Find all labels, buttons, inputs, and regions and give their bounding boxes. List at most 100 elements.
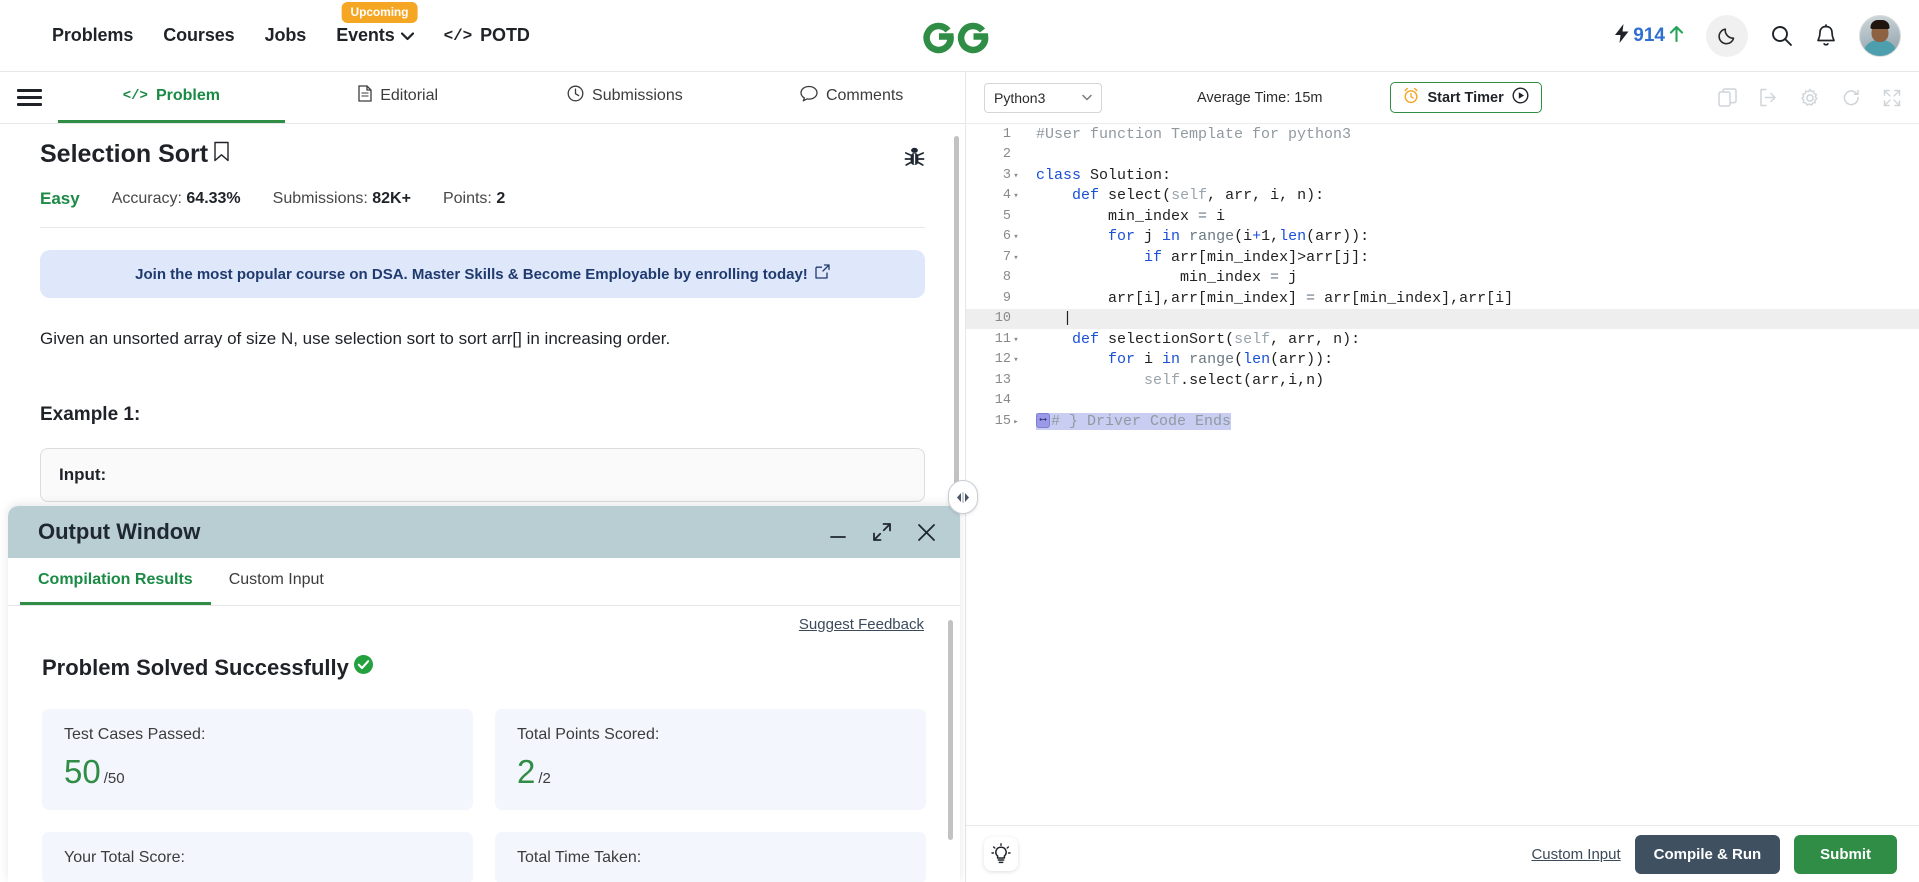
output-window: Output Window Compilation Results Custom… — [8, 506, 960, 882]
problem-stats-row: Easy Accuracy: 64.33% Submissions: 82K+ … — [40, 189, 925, 209]
nav-label-jobs: Jobs — [264, 25, 307, 45]
editor-toolbar-icons — [1718, 88, 1901, 108]
tab-problem[interactable]: </> Problem — [58, 72, 285, 123]
chevron-down-icon — [400, 30, 414, 44]
result-cards-grid: Test Cases Passed: 50 /50 Total Points S… — [42, 709, 926, 882]
code-text: if arr[min_index]>arr[j]: — [1144, 248, 1370, 266]
code-text: min_index = i — [1036, 207, 1226, 225]
report-bug-button[interactable] — [904, 146, 925, 173]
fold-marker[interactable]: ▾ — [1011, 191, 1021, 201]
panel-splitter-handle[interactable] — [948, 480, 978, 514]
fold-marker[interactable]: ▾ — [1011, 171, 1021, 181]
compile-and-run-button[interactable]: Compile & Run — [1634, 834, 1781, 874]
section-divider — [40, 227, 925, 228]
search-button[interactable] — [1770, 24, 1793, 47]
external-link-icon — [815, 264, 830, 284]
nav-label-problems: Problems — [52, 25, 134, 45]
submit-button[interactable]: Submit — [1794, 834, 1897, 874]
code-text: ⟷ # } Driver Code Ends — [1028, 412, 1232, 430]
copy-icon[interactable] — [1718, 88, 1737, 107]
gfg-logo[interactable] — [921, 16, 999, 56]
language-selector[interactable]: Python3 — [984, 82, 1102, 113]
bookmark-icon[interactable] — [213, 140, 230, 169]
line-number: 2 — [1002, 147, 1011, 163]
card-total-time-taken: Total Time Taken: — [495, 832, 926, 882]
line-number: 8 — [1002, 270, 1011, 286]
code-text: | — [1036, 310, 1073, 328]
settings-gear-icon[interactable] — [1800, 88, 1820, 108]
close-icon[interactable] — [915, 521, 938, 544]
promo-banner[interactable]: Join the most popular course on DSA. Mas… — [40, 250, 925, 298]
coding-score[interactable]: 914 — [1615, 23, 1684, 48]
nav-right-actions: 914 — [1615, 14, 1901, 57]
card-value: 2 /2 — [517, 753, 904, 791]
line-number: 6 ▾ — [966, 229, 1028, 244]
output-window-scrollbar[interactable] — [948, 620, 953, 840]
tab-compilation-results[interactable]: Compilation Results — [20, 558, 211, 605]
suggest-feedback-link[interactable]: Suggest Feedback — [799, 616, 924, 633]
expand-icon[interactable] — [871, 521, 893, 543]
menu-hamburger-button[interactable] — [0, 72, 58, 123]
minimize-icon[interactable] — [827, 521, 849, 543]
code-editor-panel: Python3 Average Time: 15m Start Timer 1 … — [965, 72, 1919, 882]
hamburger-line — [16, 89, 42, 92]
main-nav-links: Problems Courses Jobs Upcoming Events </… — [52, 2, 530, 46]
stat-submissions-label: Submissions: — [272, 190, 373, 207]
bug-icon — [904, 147, 925, 166]
page-title: Selection Sort — [40, 140, 230, 169]
fold-marker[interactable]: ▾ — [1011, 355, 1021, 365]
code-line: 6 ▾ for j in range(i+1,len(arr)): — [966, 227, 1919, 248]
line-number: 1 — [1002, 126, 1011, 142]
nav-item-potd[interactable]: </> POTD — [444, 25, 530, 46]
line-number: 12 ▾ — [966, 352, 1028, 367]
collapsed-fold-widget[interactable]: ⟷ — [1036, 413, 1051, 429]
notifications-button[interactable] — [1815, 23, 1837, 48]
nav-item-problems[interactable]: Problems — [52, 25, 133, 46]
tab-custom-input[interactable]: Custom Input — [211, 558, 342, 605]
dark-mode-toggle[interactable] — [1706, 14, 1748, 57]
editor-toolbar: Python3 Average Time: 15m Start Timer — [966, 72, 1919, 124]
stat-points-label: Points: — [442, 190, 497, 207]
editor-action-buttons: Custom Input Compile & Run Submit — [1531, 834, 1897, 874]
hints-button[interactable] — [984, 837, 1018, 871]
tab-comments[interactable]: Comments — [738, 72, 965, 123]
custom-input-link[interactable]: Custom Input — [1531, 846, 1620, 863]
import-icon[interactable] — [1759, 88, 1778, 107]
code-line: 15 ▸ ⟷ # } Driver Code Ends — [966, 411, 1919, 432]
card-label: Total Points Scored: — [517, 726, 660, 743]
nav-label-potd: POTD — [480, 25, 530, 45]
example-block: Input: — [40, 447, 925, 502]
moon-icon — [1717, 28, 1734, 45]
alarm-clock-icon — [1403, 87, 1419, 108]
avatar-body — [1863, 39, 1897, 56]
tab-label-editorial: Editorial — [380, 87, 439, 104]
tab-label-submissions: Submissions — [592, 87, 683, 104]
reset-icon[interactable] — [1842, 88, 1861, 107]
start-timer-button[interactable]: Start Timer — [1390, 82, 1542, 113]
fold-marker[interactable]: ▾ — [1011, 253, 1021, 263]
nav-item-jobs[interactable]: Jobs — [265, 25, 307, 46]
lightbulb-icon — [991, 843, 1011, 864]
problem-panel-scrollbar[interactable] — [954, 136, 959, 501]
code-editor-area[interactable]: 1 #User function Template for python3 2 … — [966, 124, 1919, 825]
nav-item-courses[interactable]: Courses — [163, 25, 234, 46]
code-line: 9 arr[i],arr[min_index] = arr[min_index]… — [966, 288, 1919, 309]
output-window-header: Output Window — [8, 506, 960, 558]
fold-marker[interactable]: ▸ — [1011, 417, 1021, 427]
tab-submissions[interactable]: Submissions — [512, 72, 739, 123]
code-scroll-container: 1 #User function Template for python3 2 … — [966, 124, 1919, 825]
nav-item-events[interactable]: Upcoming Events — [336, 2, 418, 46]
code-icon: </> — [122, 88, 148, 104]
fullscreen-icon[interactable] — [1883, 89, 1901, 107]
difficulty-badge: Easy — [40, 189, 80, 208]
code-line-current: 10 | — [966, 308, 1919, 329]
code-line: 12 ▾ for i in range(len(arr)): — [966, 350, 1919, 371]
line-number: 11 ▾ — [966, 332, 1028, 347]
app-root: Problems Courses Jobs Upcoming Events </… — [0, 0, 1919, 882]
tab-editorial[interactable]: Editorial — [285, 72, 512, 123]
user-avatar[interactable] — [1859, 14, 1901, 57]
tab-label-problem: Problem — [155, 87, 220, 104]
fold-marker[interactable]: ▾ — [1011, 335, 1021, 345]
fold-marker[interactable]: ▾ — [1011, 232, 1021, 242]
code-text: def selectionSort(self, arr, n): — [1072, 330, 1361, 348]
